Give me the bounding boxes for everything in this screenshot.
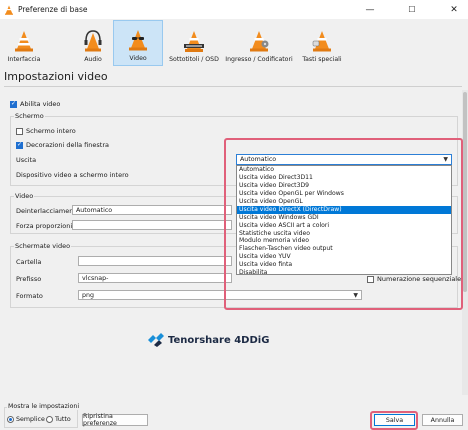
snapshots-group-title: Schermate video bbox=[14, 242, 72, 250]
tab-label: Ingresso / Codificatori bbox=[225, 56, 293, 63]
screen-group-title: Schermo bbox=[14, 112, 45, 120]
tab-subtitles-osd[interactable]: Sottotitoli / OSD bbox=[166, 20, 222, 66]
minimize-button[interactable]: — bbox=[356, 0, 384, 19]
prefix-label: Prefisso bbox=[16, 275, 42, 283]
dropdown-option[interactable]: Automatico bbox=[237, 166, 451, 174]
enable-video-checkbox[interactable]: ✓ Abilita video bbox=[10, 100, 60, 108]
window-title: Preferenze di base bbox=[18, 5, 88, 14]
format-label: Formato bbox=[16, 292, 43, 300]
tab-audio[interactable]: Audio bbox=[74, 20, 112, 66]
chevron-down-icon: ▼ bbox=[353, 292, 358, 299]
deinterlace-value: Automatico bbox=[76, 206, 113, 214]
simple-label: Semplice bbox=[16, 416, 45, 423]
dropdown-option[interactable]: Uscita video Windows GDI bbox=[237, 214, 451, 222]
output-value: Automatico bbox=[240, 156, 277, 163]
format-value: png bbox=[82, 291, 94, 299]
show-settings-title: Mostra le impostazioni bbox=[7, 403, 81, 410]
tab-label: Video bbox=[129, 55, 147, 62]
save-label: Salva bbox=[385, 416, 404, 424]
close-button[interactable]: ✕ bbox=[440, 0, 468, 19]
headphones-cone-icon bbox=[84, 30, 102, 52]
window-decorations-label: Decorazioni della finestra bbox=[26, 141, 109, 149]
tenorshare-logo-icon bbox=[148, 333, 164, 347]
deinterlace-select[interactable]: Automatico bbox=[72, 205, 232, 215]
page-title: Impostazioni video bbox=[4, 70, 108, 83]
tab-label: Interfaccia bbox=[7, 56, 41, 63]
fullscreen-checkbox[interactable]: Schermo intero bbox=[16, 127, 76, 135]
hotkeys-cone-icon bbox=[312, 31, 331, 52]
minimize-icon: — bbox=[365, 4, 375, 15]
dropdown-option-selected[interactable]: Uscita video DirectX (DirectDraw) bbox=[237, 205, 451, 214]
tab-input-codecs[interactable]: Ingresso / Codificatori bbox=[223, 20, 295, 66]
format-select[interactable]: png ▼ bbox=[78, 290, 362, 300]
enable-video-label: Abilita video bbox=[20, 100, 61, 108]
prefix-input[interactable]: vlcsnap- bbox=[78, 273, 232, 283]
folder-input[interactable] bbox=[78, 256, 232, 266]
checkbox-checked-icon: ✓ bbox=[10, 100, 17, 108]
divider bbox=[4, 86, 462, 87]
all-label: Tutto bbox=[55, 416, 71, 423]
tab-interface[interactable]: Interfaccia bbox=[4, 20, 44, 66]
watermark-logo: Tenorshare 4DDiG bbox=[148, 333, 269, 347]
dropdown-option[interactable]: Modulo memoria video bbox=[237, 237, 451, 245]
cancel-button[interactable]: Annulla bbox=[422, 414, 463, 426]
reset-preferences-label: Ripristina preferenze bbox=[83, 413, 117, 427]
vlc-cone-icon bbox=[15, 31, 33, 52]
maximize-icon: ☐ bbox=[408, 5, 416, 14]
save-button[interactable]: Salva bbox=[374, 414, 415, 426]
dropdown-option[interactable]: Uscita video Direct3D11 bbox=[237, 174, 451, 182]
tab-label: Tasti speciali bbox=[302, 56, 342, 63]
chevron-down-icon: ▼ bbox=[443, 156, 448, 163]
vlc-app-icon bbox=[5, 5, 13, 15]
scrollbar-thumb[interactable] bbox=[463, 92, 467, 292]
dropdown-option[interactable]: Uscita video OpenGL bbox=[237, 198, 451, 206]
all-radio[interactable]: Tutto bbox=[46, 416, 71, 423]
tab-label: Audio bbox=[84, 56, 102, 63]
simple-radio[interactable]: Semplice bbox=[7, 416, 45, 423]
close-icon: ✕ bbox=[450, 4, 458, 15]
window-decorations-checkbox[interactable]: ✓ Decorazioni della finestra bbox=[16, 141, 109, 149]
deinterlace-label: Deinterlacciamento bbox=[16, 207, 80, 215]
force-aspect-label: Forza proporzioni bbox=[16, 222, 73, 230]
vertical-scrollbar[interactable] bbox=[462, 90, 468, 395]
fullscreen-device-label: Dispositivo video a schermo intero bbox=[16, 171, 129, 179]
title-bar: Preferenze di base — ☐ ✕ bbox=[0, 0, 468, 19]
tab-video[interactable]: Video bbox=[113, 20, 163, 66]
dropdown-option[interactable]: Uscita video finta bbox=[237, 261, 451, 269]
sunglasses-cone-icon bbox=[129, 30, 147, 51]
tab-hotkeys[interactable]: Tasti speciali bbox=[298, 20, 346, 66]
dropdown-option[interactable]: Flaschen-Taschen video output bbox=[237, 245, 451, 253]
checkbox-unchecked-icon bbox=[16, 127, 23, 135]
output-dropdown-list: Automatico Uscita video Direct3D11 Uscit… bbox=[236, 165, 452, 277]
dropdown-option[interactable]: Uscita video Direct3D9 bbox=[237, 182, 451, 190]
force-aspect-input[interactable] bbox=[72, 220, 232, 230]
fullscreen-label: Schermo intero bbox=[26, 127, 76, 135]
dropdown-option[interactable]: Statistiche uscita video bbox=[237, 230, 451, 238]
dropdown-option[interactable]: Disabilita bbox=[237, 269, 451, 277]
dropdown-option[interactable]: Uscita video YUV bbox=[237, 253, 451, 261]
checkbox-checked-icon: ✓ bbox=[16, 141, 23, 149]
maximize-button[interactable]: ☐ bbox=[398, 0, 426, 19]
dropdown-option[interactable]: Uscita video OpenGL per Windows bbox=[237, 190, 451, 198]
radio-unselected-icon bbox=[46, 416, 53, 423]
reset-preferences-button[interactable]: Ripristina preferenze bbox=[82, 413, 148, 427]
radio-selected-icon bbox=[7, 416, 14, 423]
dropdown-option[interactable]: Uscita video ASCII art a colori bbox=[237, 222, 451, 230]
prefix-value: vlcsnap- bbox=[82, 274, 109, 282]
cancel-label: Annulla bbox=[430, 416, 455, 424]
video-group-title: Video bbox=[14, 192, 35, 200]
output-select[interactable]: Automatico ▼ bbox=[236, 154, 452, 165]
output-label: Uscita bbox=[16, 156, 37, 164]
input-cone-icon bbox=[250, 31, 269, 52]
folder-label: Cartella bbox=[16, 258, 42, 266]
watermark-text: Tenorshare 4DDiG bbox=[168, 334, 270, 346]
subtitles-cone-icon bbox=[184, 31, 204, 52]
tab-label: Sottotitoli / OSD bbox=[169, 56, 219, 63]
category-toolbar: Interfaccia Audio Video Sottotitoli / OS… bbox=[0, 19, 468, 67]
